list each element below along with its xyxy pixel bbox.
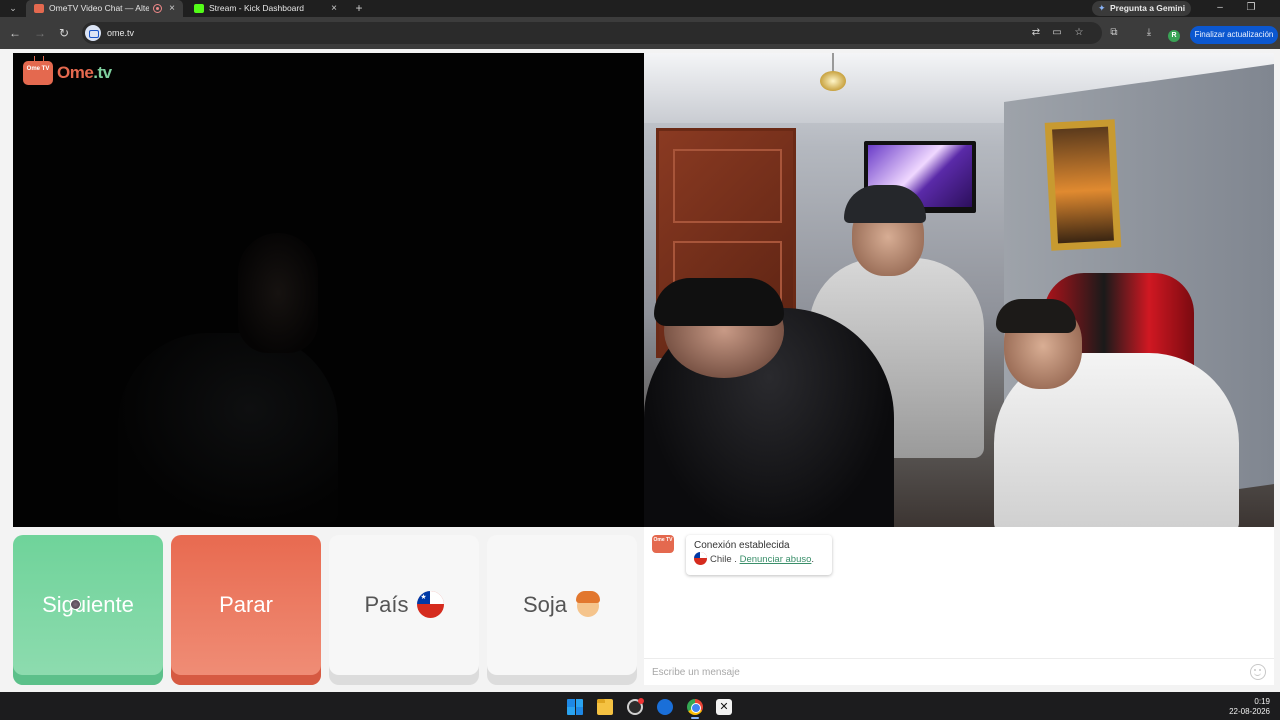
cast-icon[interactable]: ▭ (1049, 25, 1065, 41)
chat-panel: Ome TV Conexión establecida Chile . Denu… (644, 527, 1274, 685)
obs-icon[interactable] (627, 698, 644, 715)
connection-status: Conexión establecida (694, 540, 790, 551)
tab-kick[interactable]: Stream - Kick Dashboard × (186, 0, 346, 17)
country-name: Chile (710, 554, 732, 565)
clock-time: 0:19 (1254, 697, 1270, 706)
chile-flag-icon (694, 551, 707, 565)
message-input[interactable] (644, 658, 1274, 685)
ceiling-lamp (816, 53, 850, 101)
close-icon[interactable]: × (167, 0, 177, 17)
forward-icon[interactable]: → (32, 25, 48, 41)
reload-icon[interactable]: ↻ (56, 25, 72, 41)
remote-video (644, 53, 1274, 527)
report-suffix: . (811, 554, 815, 565)
logo-word-ome: Ome (57, 63, 94, 82)
back-icon[interactable]: ← (7, 25, 23, 41)
report-abuse-link[interactable]: Denunciar abuso (740, 554, 812, 565)
sparkle-icon: ✦ (1098, 3, 1106, 13)
logo-word-tv: .tv (93, 63, 112, 82)
silhouette-head (238, 233, 318, 353)
country-label: País (364, 592, 409, 617)
stop-button[interactable]: Parar (171, 535, 321, 685)
country-button[interactable]: País ★ (329, 535, 479, 685)
close-icon[interactable]: × (329, 0, 339, 17)
gender-label: Soja (522, 592, 568, 617)
mouse-cursor (70, 599, 81, 610)
boy-face-icon (575, 591, 601, 618)
restore-icon[interactable]: ❐ (1242, 0, 1260, 17)
chile-flag-icon: ★ (416, 590, 444, 618)
address-bar[interactable]: ome.tv ⇄ ▭ ☆ (82, 22, 1102, 44)
ometv-page: Ome TV Ome.tv Siguiente Parar País ★ Soj… (0, 49, 1280, 692)
app-icon[interactable] (657, 699, 673, 715)
system-message: Conexión establecida Chile . Denunciar a… (686, 535, 832, 575)
wall-poster (1044, 119, 1122, 251)
star-icon[interactable]: ☆ (1071, 25, 1087, 41)
ask-gemini-button[interactable]: ✦ Pregunta a Gemini (1092, 1, 1191, 16)
avatar[interactable]: R (1168, 30, 1180, 42)
ask-gemini-label: Pregunta a Gemini (1110, 3, 1186, 13)
partner-country: Chile . Denunciar abuso. (694, 551, 824, 567)
kick-icon (194, 4, 204, 13)
tab-title: Stream - Kick Dashboard (209, 3, 304, 13)
chrome-icon[interactable] (687, 699, 703, 715)
file-explorer-icon[interactable] (597, 699, 613, 715)
ometv-favicon-icon (34, 4, 44, 13)
minimize-icon[interactable]: – (1211, 0, 1229, 17)
extensions-icon[interactable]: ⧉ (1106, 25, 1122, 41)
capcut-icon[interactable] (716, 699, 732, 715)
gender-button[interactable]: Soja (487, 535, 637, 685)
tab-ometv[interactable]: OmeTV Video Chat — Alte × (26, 0, 183, 17)
windows-start-icon[interactable] (567, 699, 583, 715)
url-text: ome.tv (107, 28, 135, 38)
site-info-icon[interactable] (85, 25, 101, 41)
chevron-down-icon[interactable]: ⌄ (4, 1, 22, 16)
active-app-indicator (691, 717, 699, 719)
logo-wordmark: Ome.tv (57, 63, 112, 83)
tab-title: OmeTV Video Chat — Alte (49, 3, 149, 13)
translate-icon[interactable]: ⇄ (1028, 25, 1044, 41)
person-front-hair (654, 278, 784, 326)
screen: ⌄ OmeTV Video Chat — Alte × Stream - Kic… (0, 0, 1280, 720)
taskbar: 0:19 22-08-2026 (0, 692, 1280, 720)
silhouette-body (118, 333, 338, 523)
system-clock[interactable]: 0:19 22-08-2026 (1222, 697, 1270, 717)
record-icon (153, 4, 162, 13)
next-button[interactable]: Siguiente (13, 535, 163, 685)
local-video: Ome TV Ome.tv (13, 53, 644, 527)
local-video-silhouette (108, 223, 348, 523)
finish-update-button[interactable]: Finalizar actualización (1190, 26, 1278, 44)
new-tab-button[interactable]: + (353, 0, 365, 17)
ometv-tv-icon: Ome TV (23, 61, 53, 85)
tab-strip: ⌄ OmeTV Video Chat — Alte × Stream - Kic… (0, 0, 1280, 17)
separator: . (734, 554, 737, 565)
emoji-icon[interactable] (1250, 664, 1266, 680)
browser-toolbar: ← → ↻ ome.tv ⇄ ▭ ☆ ⧉ ⤓ R Finalizar actua… (0, 17, 1280, 49)
ometv-tv-icon: Ome TV (652, 535, 674, 553)
clock-date: 22-08-2026 (1229, 707, 1270, 716)
download-icon[interactable]: ⤓ (1141, 25, 1157, 41)
person-right-hair (996, 299, 1076, 333)
